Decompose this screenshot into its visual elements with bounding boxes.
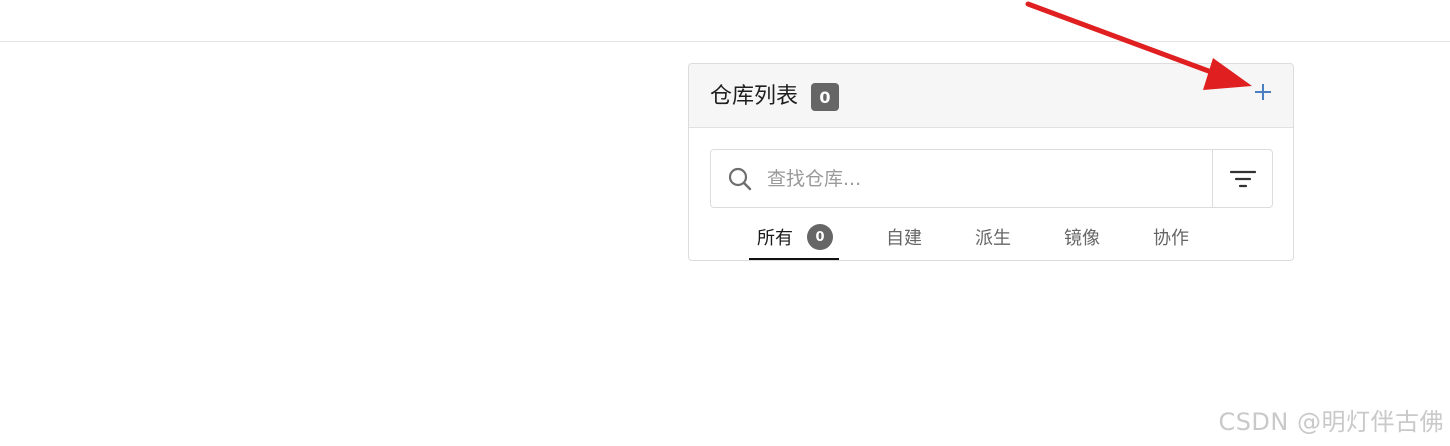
watermark: CSDN @明灯伴古佛 xyxy=(1218,408,1444,436)
tab-self-built[interactable]: 自建 xyxy=(886,214,922,260)
panel-title: 仓库列表 xyxy=(710,84,799,109)
search-input[interactable] xyxy=(767,150,1212,207)
tab-mirror[interactable]: 镜像 xyxy=(1064,214,1100,260)
tab-all[interactable]: 所有 0 xyxy=(757,214,833,260)
tab-label: 所有 xyxy=(757,228,793,249)
tab-collaboration[interactable]: 协作 xyxy=(1153,214,1189,260)
tab-all-count-badge: 0 xyxy=(807,224,833,250)
panel-header: 仓库列表 0 xyxy=(689,64,1293,128)
search-icon xyxy=(728,167,752,191)
tab-label: 镜像 xyxy=(1064,228,1100,249)
filter-icon xyxy=(1229,170,1256,187)
plus-icon xyxy=(1255,84,1271,100)
active-tab-underline xyxy=(749,258,839,260)
tab-label: 协作 xyxy=(1153,228,1189,249)
add-repository-button[interactable] xyxy=(1249,78,1277,106)
top-divider xyxy=(0,41,1450,42)
tab-label: 自建 xyxy=(886,228,922,249)
repository-tabs: 所有 0 自建 派生 镜像 协作 xyxy=(749,214,1249,260)
tab-label: 派生 xyxy=(975,228,1011,249)
search-field xyxy=(711,150,1212,207)
tab-forked[interactable]: 派生 xyxy=(975,214,1011,260)
search-box xyxy=(710,149,1273,208)
repository-count-badge: 0 xyxy=(811,83,839,111)
page: 仓库列表 0 查找仓库... 所有 0 自建 派生 镜像 协作 CSDN @明灯… xyxy=(0,0,1450,446)
repository-list-panel: 仓库列表 0 查找仓库... 所有 0 自建 派生 镜像 协作 xyxy=(688,63,1294,261)
filter-button[interactable] xyxy=(1212,150,1272,207)
